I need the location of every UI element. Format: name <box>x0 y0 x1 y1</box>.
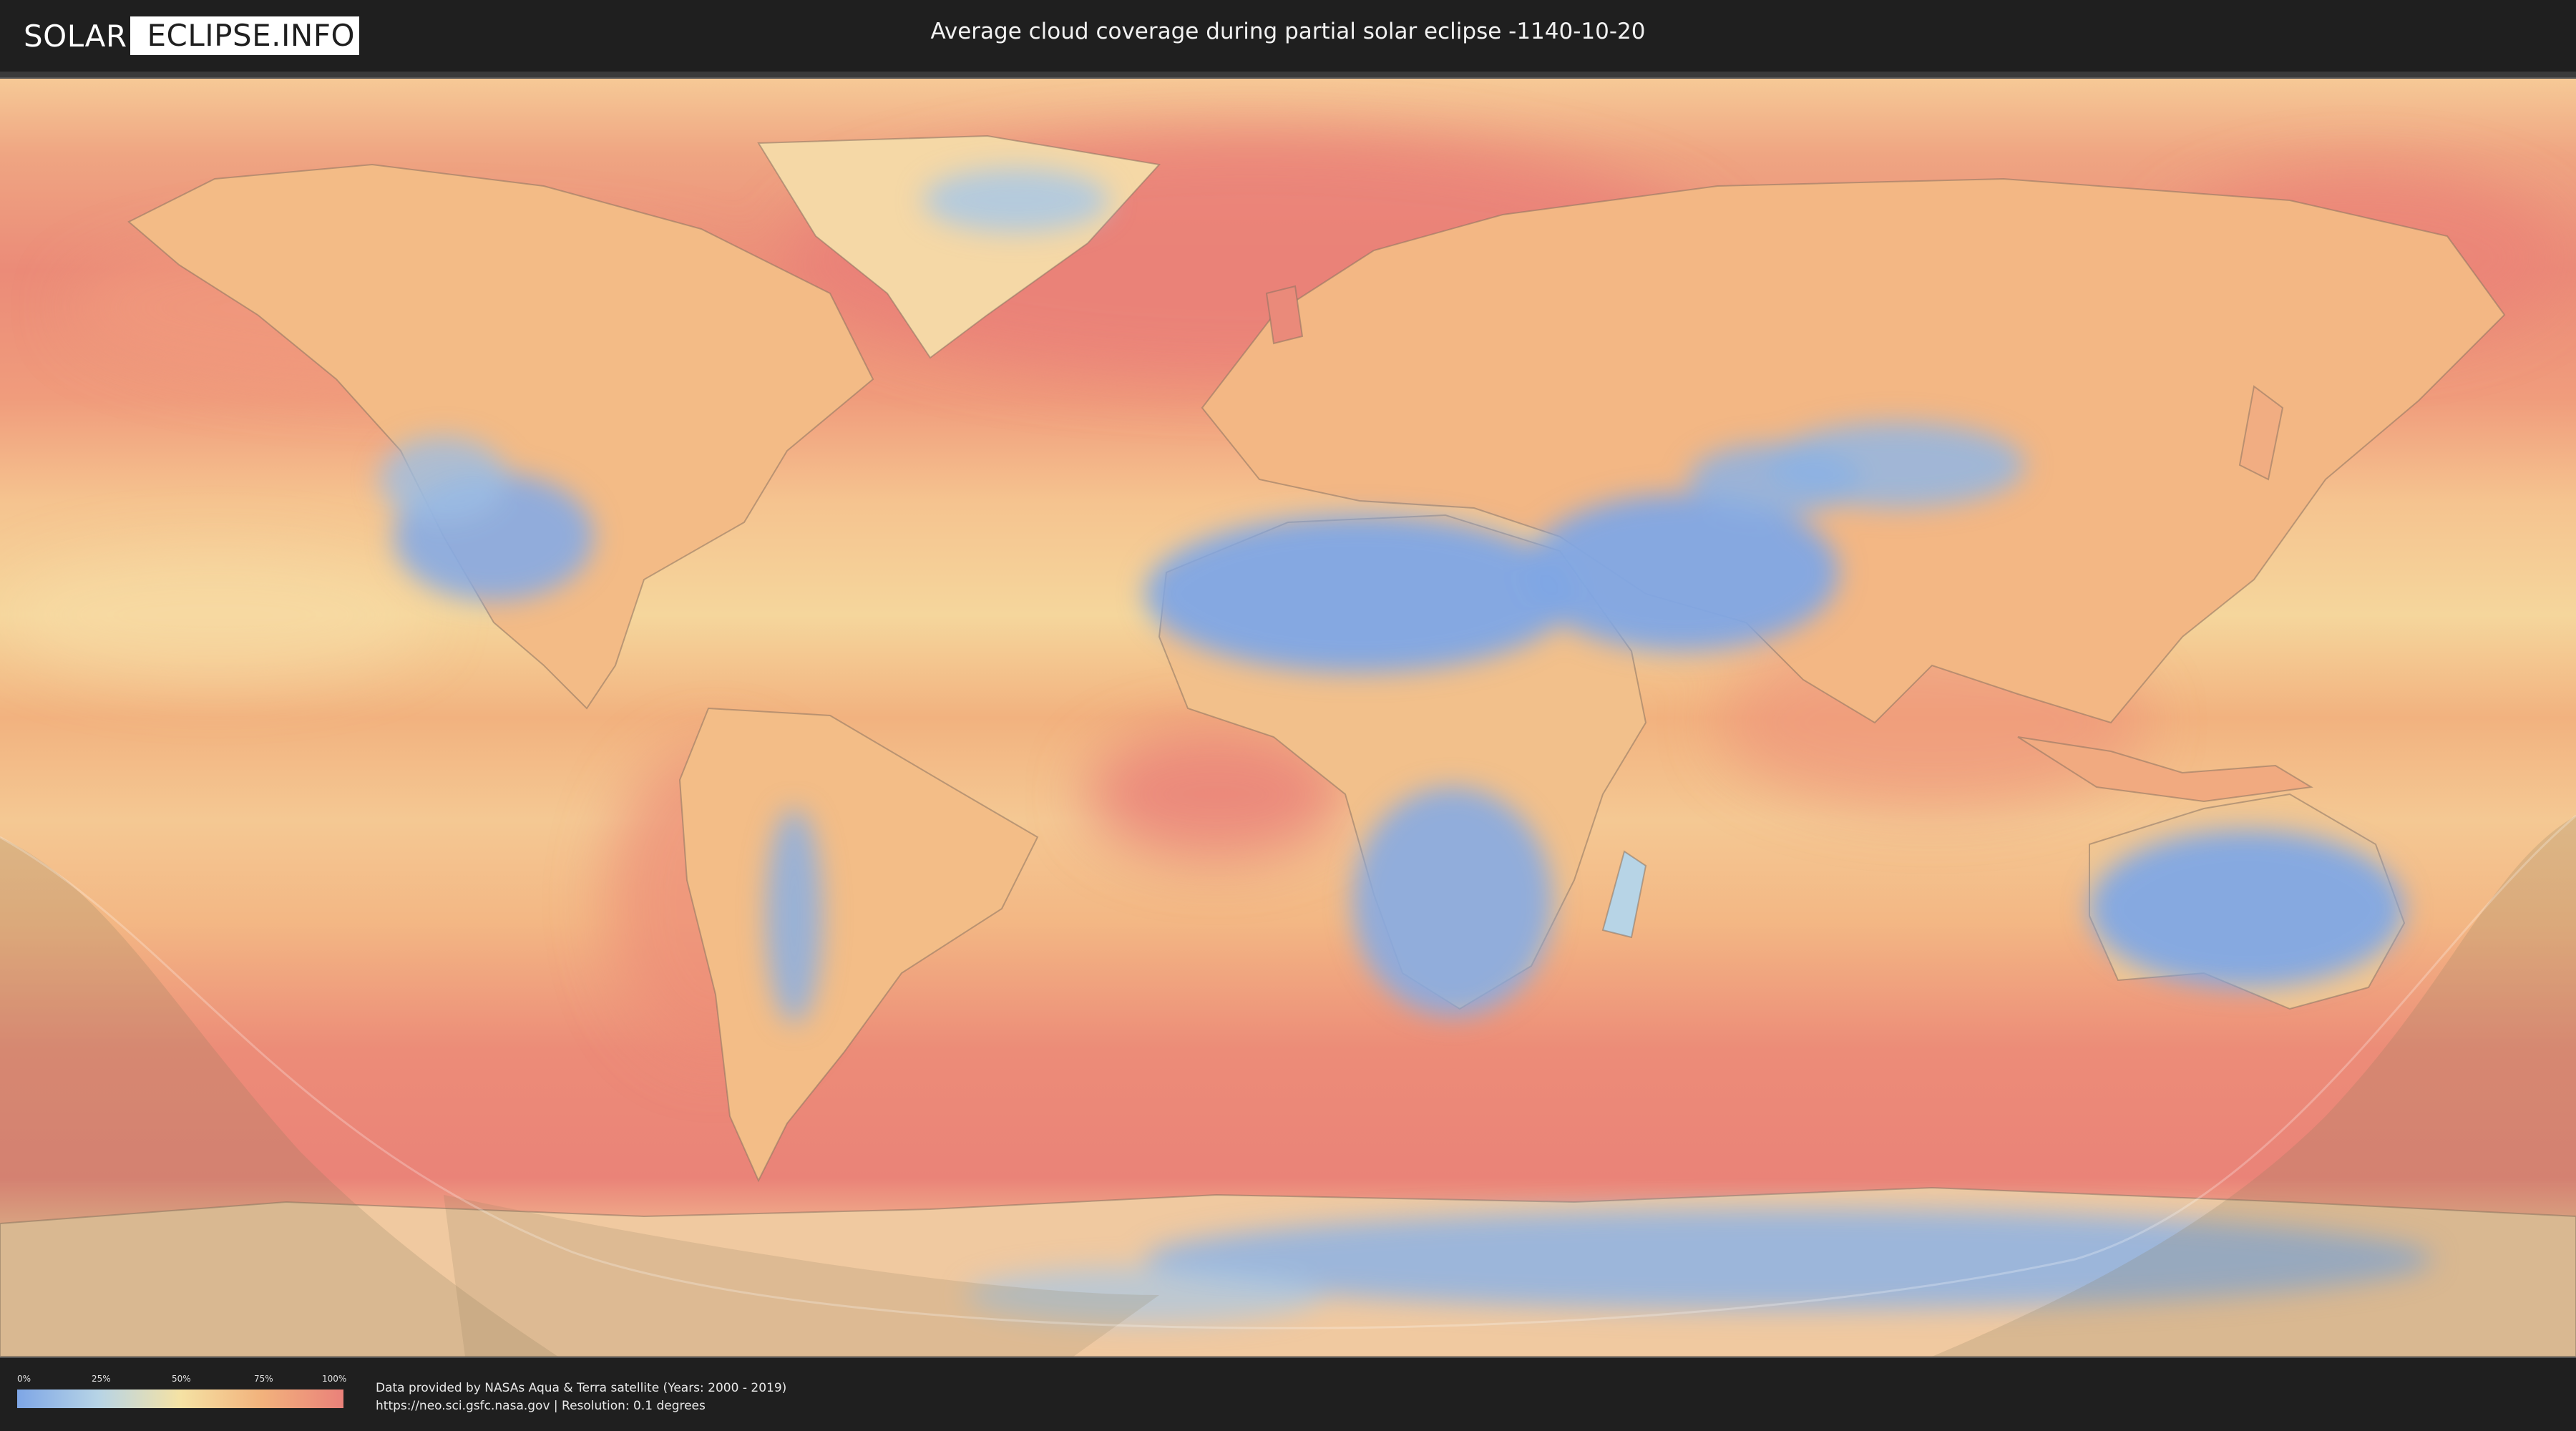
legend-tick-0: 0% <box>17 1374 31 1384</box>
legend-color-bar <box>17 1390 343 1408</box>
credits-line-2[interactable]: https://neo.sci.gsfc.nasa.gov | Resoluti… <box>376 1397 786 1415</box>
page-title: Average cloud coverage during partial so… <box>930 19 1646 44</box>
legend-tick-75: 75% <box>254 1374 273 1384</box>
cloud-coverage-map[interactable] <box>0 77 2576 1358</box>
data-credits: Data provided by NASAs Aqua & Terra sate… <box>376 1379 786 1415</box>
page: SOLAR ECLIPSE.INFO Average cloud coverag… <box>0 0 2576 1431</box>
credits-line-1: Data provided by NASAs Aqua & Terra sate… <box>376 1381 787 1395</box>
header-divider <box>0 72 2576 77</box>
header-bar: SOLAR ECLIPSE.INFO Average cloud coverag… <box>0 0 2576 72</box>
legend-tick-25: 25% <box>92 1374 111 1384</box>
legend-ticks: 0% 25% 50% 75% 100% <box>17 1374 347 1387</box>
legend-tick-100: 100% <box>322 1374 347 1384</box>
map-svg <box>0 79 2576 1357</box>
footer-bar: 0% 25% 50% 75% 100% Data provided by NAS… <box>0 1358 2576 1431</box>
legend-tick-50: 50% <box>172 1374 191 1384</box>
cloud-coverage-legend: 0% 25% 50% 75% 100% <box>17 1374 347 1408</box>
land-uk <box>1265 285 1304 345</box>
